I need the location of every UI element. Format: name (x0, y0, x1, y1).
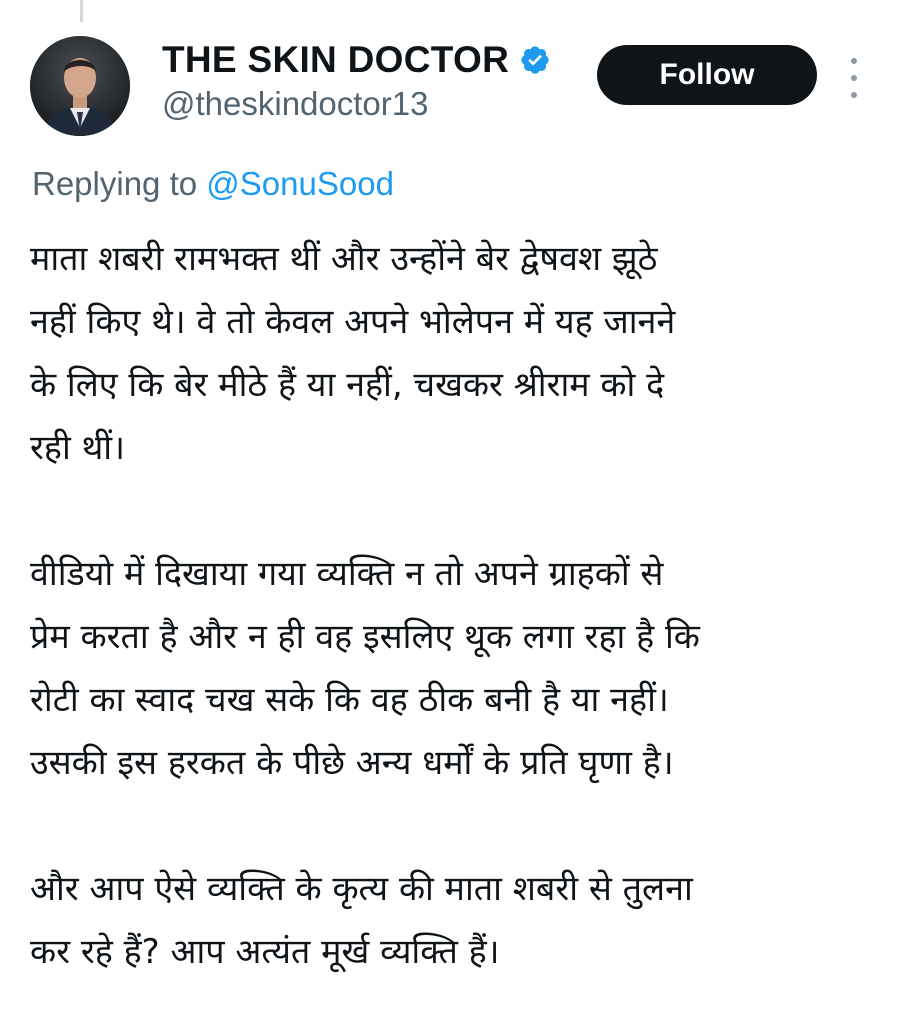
more-options-icon[interactable] (844, 58, 864, 98)
tweet-paragraph-1: माता शबरी रामभक्त थीं और उन्होंने बेर द्… (30, 239, 676, 468)
replying-to-line: Replying to @SonuSood (32, 162, 394, 206)
tweet-paragraph-3: और आप ऐसे व्यक्ति के कृत्य की माता शबरी … (30, 869, 693, 972)
author-display-name[interactable]: THE SKIN DOCTOR (162, 38, 509, 82)
author-name-row: THE SKIN DOCTOR (162, 38, 551, 82)
avatar[interactable] (30, 36, 130, 136)
follow-button[interactable]: Follow (597, 45, 817, 105)
verified-badge-icon (519, 44, 551, 76)
replying-prefix: Replying to (32, 165, 198, 202)
author-handle[interactable]: @theskindoctor13 (162, 82, 428, 126)
tweet-body: माता शबरी रामभक्त थीं और उन्होंने बेर द्… (30, 228, 890, 984)
replying-mention-link[interactable]: @SonuSood (206, 165, 394, 202)
thread-connector-line (80, 0, 83, 22)
tweet-paragraph-2: वीडियो में दिखाया गया व्यक्ति न तो अपने … (30, 554, 700, 783)
profile-photo-icon (30, 36, 130, 136)
